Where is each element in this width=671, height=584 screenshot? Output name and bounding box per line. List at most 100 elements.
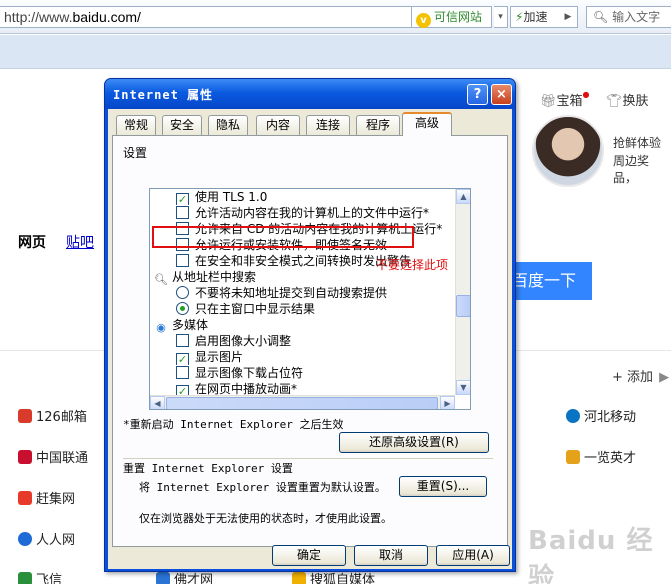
- nav-tieba[interactable]: 贴吧: [66, 232, 94, 252]
- vertical-scrollbar[interactable]: ▲ ▼: [455, 189, 470, 395]
- close-button[interactable]: ×: [491, 84, 512, 105]
- search-placeholder: 输入文字: [612, 10, 661, 24]
- tab-connections[interactable]: 连接: [306, 115, 350, 135]
- promo-line-1: 抢鲜体验: [613, 136, 662, 150]
- treasure-box-label: 宝箱: [556, 94, 583, 109]
- restore-advanced-button[interactable]: 还原高级设置(R): [339, 432, 489, 453]
- restart-note: *重新启动 Internet Explorer 之后生效: [123, 418, 344, 431]
- dialog-titlebar[interactable]: Internet 属性 ? ×: [105, 79, 515, 109]
- skin-link[interactable]: 👕︎换肤: [606, 90, 649, 109]
- checkbox-checked-icon[interactable]: ✓: [176, 353, 189, 365]
- radio-icon[interactable]: [176, 286, 189, 299]
- site-link-unicom[interactable]: 中国联通: [18, 447, 88, 466]
- settings-radio-item[interactable]: 不要将未知地址提交到自动搜索提供: [176, 285, 455, 301]
- add-site-button[interactable]: + 添加 ▶: [612, 366, 669, 385]
- site-link-126[interactable]: 126邮箱: [18, 406, 87, 425]
- nav-web[interactable]: 网页: [18, 232, 46, 252]
- renren-icon: [18, 532, 32, 546]
- settings-item-label: 启用图像大小调整: [195, 334, 292, 348]
- radio-selected-icon[interactable]: [176, 302, 189, 315]
- avatar[interactable]: [532, 115, 604, 187]
- settings-checkbox-item[interactable]: 显示图像下载占位符: [176, 365, 455, 381]
- settings-item-label: 不要将未知地址提交到自动搜索提供: [195, 286, 388, 300]
- plus-icon: +: [612, 370, 623, 385]
- site-label: 搜狐自媒体: [310, 573, 376, 584]
- help-button[interactable]: ?: [467, 84, 488, 105]
- apply-button[interactable]: 应用(A): [436, 545, 510, 566]
- horizontal-scroll-thumb[interactable]: [166, 397, 438, 409]
- site-label: 一览英才: [584, 451, 637, 466]
- scroll-down-arrow-icon[interactable]: ▼: [456, 380, 470, 395]
- sohu-icon: [292, 572, 306, 584]
- china-mobile-icon: [566, 409, 580, 423]
- ganji-icon: [18, 491, 32, 505]
- tab-privacy[interactable]: 隐私: [208, 115, 248, 135]
- site-link-yilan[interactable]: 一览英才: [566, 447, 636, 466]
- trusted-site-label: 可信网站: [434, 10, 483, 24]
- site-link-hebei-mobile[interactable]: 河北移动: [566, 406, 636, 425]
- address-bar[interactable]: http://www.baidu.com/: [0, 6, 412, 28]
- settings-item-label: 使用 TLS 1.0: [195, 190, 268, 204]
- checkbox-checked-icon[interactable]: ✓: [176, 385, 189, 395]
- site-link-renren[interactable]: 人人网: [18, 529, 75, 548]
- advanced-panel: 设置 ✓ 使用 TLS 1.0 允许活动内容在我的计算机上的文件中运行* 允许来自 C…: [112, 135, 508, 547]
- reset-condition: 仅在浏览器处于无法使用的状态时，才使用此设置。: [139, 512, 392, 525]
- reset-button[interactable]: 重置(S)...: [399, 476, 487, 497]
- settings-item-label: 显示图片: [195, 350, 244, 364]
- scroll-right-arrow-icon[interactable]: ▶: [440, 396, 455, 409]
- settings-item-label: 允许活动内容在我的计算机上的文件中运行*: [195, 206, 430, 220]
- site-link-fetion[interactable]: 飞信: [18, 569, 62, 584]
- tab-programs[interactable]: 程序: [356, 115, 400, 135]
- scroll-up-arrow-icon[interactable]: ▲: [456, 189, 470, 204]
- trusted-dropdown-icon[interactable]: ▾: [494, 6, 508, 28]
- url-domain: baidu.com/: [72, 9, 141, 25]
- tab-general[interactable]: 常规: [116, 115, 156, 135]
- checkbox-icon[interactable]: [176, 334, 189, 347]
- dialog-title: Internet 属性: [113, 88, 214, 102]
- checkbox-icon[interactable]: [176, 206, 189, 219]
- browser-toolbar: http://www.baidu.com/ v 可信网站 ▾ ⚡加速 ▶ 🔍︎ 输…: [0, 0, 671, 34]
- settings-list[interactable]: ✓ 使用 TLS 1.0 允许活动内容在我的计算机上的文件中运行* 允许来自 CD 的…: [149, 188, 471, 410]
- checkbox-checked-icon[interactable]: ✓: [176, 193, 189, 205]
- horizontal-scrollbar[interactable]: ◀ ▶: [150, 395, 455, 409]
- site-link-ganji[interactable]: 赶集网: [18, 488, 75, 507]
- fetion-icon: [18, 572, 32, 584]
- annotation-note: 不要选择此项: [376, 258, 449, 272]
- settings-checkbox-item[interactable]: ✓ 显示图片: [176, 349, 455, 365]
- search-box[interactable]: 🔍︎ 输入文字: [586, 6, 671, 28]
- trusted-site-badge[interactable]: v 可信网站: [412, 6, 492, 28]
- reset-section-title: 重置 Internet Explorer 设置: [123, 460, 297, 476]
- tab-advanced[interactable]: 高级: [402, 112, 452, 136]
- site-label: 赶集网: [36, 492, 76, 507]
- skin-label: 换肤: [622, 94, 649, 109]
- site-label: 河北移动: [584, 410, 637, 425]
- scroll-left-arrow-icon[interactable]: ◀: [150, 396, 165, 409]
- settings-item-label: 显示图像下载占位符: [195, 366, 304, 380]
- settings-group[interactable]: ◉ 多媒体: [154, 317, 454, 333]
- 126-mail-icon: [18, 409, 32, 423]
- search-icon[interactable]: 🔍︎: [154, 273, 168, 285]
- url-prefix: http://www.: [4, 9, 73, 25]
- checkbox-icon[interactable]: [176, 366, 189, 379]
- search-icon: 🔍︎: [593, 10, 609, 24]
- cancel-button[interactable]: 取消: [354, 545, 428, 566]
- tab-security[interactable]: 安全: [162, 115, 202, 135]
- treasure-box-link[interactable]: 🎁︎宝箱●: [540, 90, 590, 109]
- settings-checkbox-item[interactable]: 启用图像大小调整: [176, 333, 455, 349]
- settings-item-label: 从地址栏中搜索: [172, 270, 257, 284]
- settings-checkbox-item[interactable]: ✓ 在网页中播放动画*: [176, 381, 455, 395]
- scroll-thumb[interactable]: [456, 295, 470, 317]
- yilan-icon: [566, 450, 580, 464]
- focai-icon: [156, 572, 170, 584]
- tab-content[interactable]: 内容: [256, 115, 300, 135]
- settings-checkbox-item[interactable]: 允许活动内容在我的计算机上的文件中运行*: [176, 205, 455, 221]
- site-label: 中国联通: [36, 451, 89, 466]
- internet-options-dialog: Internet 属性 ? × 常规 安全 隐私 内容 连接 程序 高级 设置 …: [104, 78, 516, 572]
- multimedia-icon[interactable]: ◉: [154, 321, 168, 333]
- checkbox-icon[interactable]: [176, 254, 189, 267]
- ok-button[interactable]: 确定: [272, 545, 346, 566]
- forward-arrow-icon[interactable]: ▶: [560, 9, 576, 25]
- settings-checkbox-item[interactable]: ✓ 使用 TLS 1.0: [176, 189, 455, 205]
- settings-radio-item[interactable]: 只在主窗口中显示结果: [176, 301, 455, 317]
- settings-rows: ✓ 使用 TLS 1.0 允许活动内容在我的计算机上的文件中运行* 允许来自 CD 的…: [150, 189, 455, 395]
